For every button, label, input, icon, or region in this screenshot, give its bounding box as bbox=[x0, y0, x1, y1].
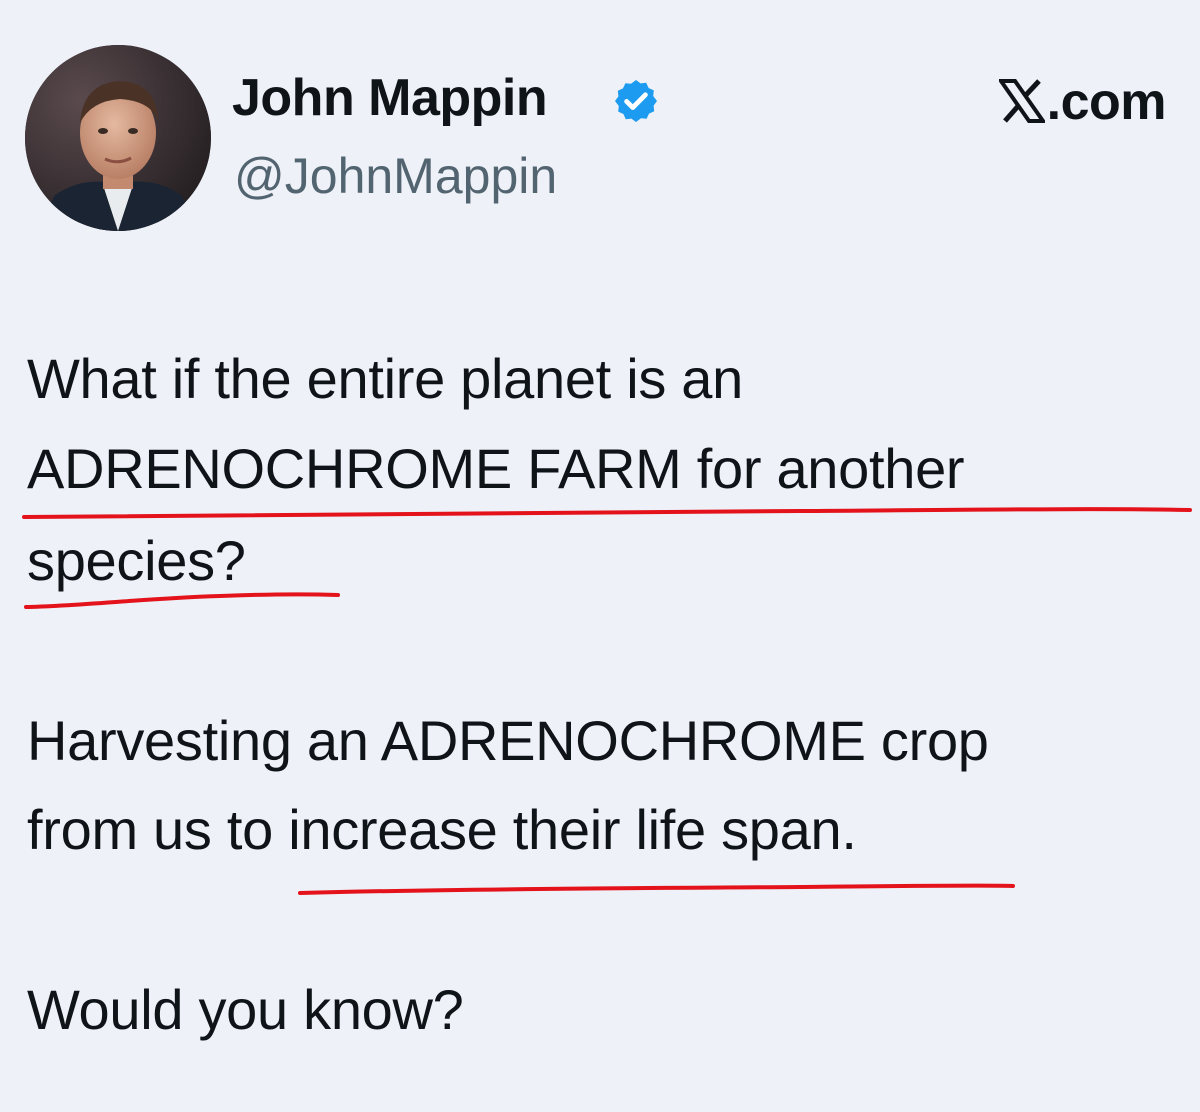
tweet-text-line: ADRENOCHROME FARM for another bbox=[27, 437, 965, 500]
avatar[interactable] bbox=[25, 45, 211, 231]
site-mark: .com bbox=[998, 73, 1167, 131]
tweet-text-line: species? bbox=[27, 529, 246, 592]
author-handle[interactable]: @JohnMappin bbox=[234, 151, 557, 201]
red-underline bbox=[24, 592, 340, 609]
tweet-text-line: Harvesting an ADRENOCHROME crop bbox=[27, 709, 989, 772]
site-domain-suffix: .com bbox=[1046, 73, 1167, 131]
red-underline bbox=[298, 883, 1015, 895]
x-logo-icon bbox=[998, 79, 1045, 123]
author-display-name[interactable]: John Mappin bbox=[232, 72, 548, 124]
tweet-text-line: from us to increase their life span. bbox=[27, 798, 857, 861]
red-underline bbox=[22, 507, 1192, 519]
tweet-text-line: Would you know? bbox=[27, 978, 464, 1041]
verified-check-icon bbox=[615, 80, 657, 122]
avatar-photo bbox=[25, 45, 211, 231]
tweet-text-line: What if the entire planet is an bbox=[27, 347, 743, 410]
